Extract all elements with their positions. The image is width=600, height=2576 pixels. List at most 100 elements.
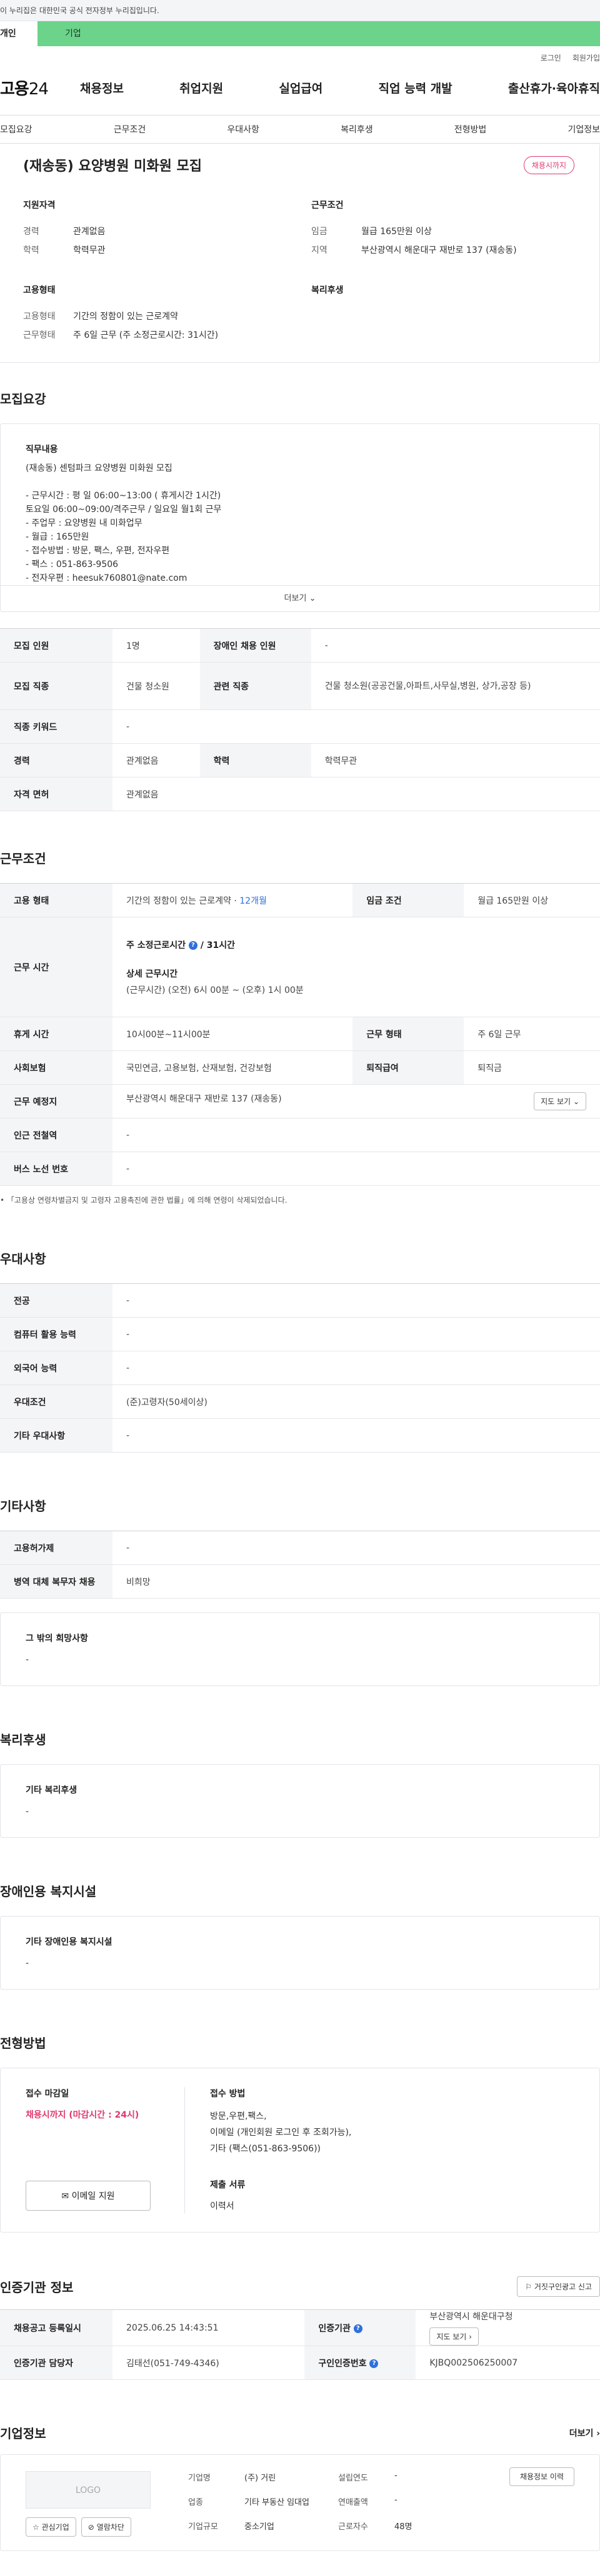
employment-form-text: 기간의 정함이 있는 근로계약 · <box>126 896 240 906</box>
military-service-label: 병역 대체 복무자 채용 <box>0 1564 112 1599</box>
block-view-button[interactable]: ⊘ 열람차단 <box>81 2517 131 2537</box>
conditions-block: 근무조건 임금 월급 165만원 이상 지역 부산광역시 해운대구 재반로 137 … <box>311 199 574 260</box>
workplace-address: 부산광역시 해운대구 재반로 137 (재송동) <box>126 1094 282 1104</box>
table-row: 병역 대체 복무자 채용 비희망 <box>0 1564 600 1599</box>
keyword-value: - <box>112 709 600 744</box>
break-label: 휴게 시간 <box>0 1017 112 1051</box>
info-icon[interactable]: ? <box>353 2324 362 2333</box>
employment-block: 고용형태 고용형태 기간의 정함이 있는 근로계약 근무형태 주 6일 근무 (주 … <box>23 284 286 345</box>
chevron-right-icon: › <box>469 2332 472 2341</box>
tab-personal[interactable]: 개인 <box>0 21 38 46</box>
table-row: 모집 인원 1명 장애인 채용 인원 - <box>0 628 600 663</box>
gnb-parental-leave[interactable]: 출산휴가·육아휴직 <box>508 79 600 96</box>
other-preference-value: - <box>112 1418 600 1453</box>
retirement-label: 퇴직급여 <box>352 1050 464 1085</box>
gnb-unemployment-benefit[interactable]: 실업급여 <box>279 79 322 96</box>
global-nav: 고용24 채용정보 취업지원 실업급여 직업 능력 개발 출산휴가·육아휴직 <box>0 67 600 107</box>
company-more-link[interactable]: 더보기 › <box>569 2427 600 2439</box>
company-card: LOGO ☆ 관심기업 ⊘ 열람차단 기업명 (주) 거린 설립연도 - 업종 … <box>0 2454 600 2551</box>
work-hours-value: 주 소정근로시간 ? / 31시간 상세 근무시간 (근무시간) (오전) 6시… <box>112 917 600 1017</box>
table-row: 인근 전철역 - <box>0 1118 600 1152</box>
work-form-value: 주 6일 근무 <box>464 1017 600 1051</box>
anchor-screening[interactable]: 전형방법 <box>454 123 487 136</box>
section-recruit-title: 모집요강 <box>0 392 46 407</box>
language-label: 외국어 능력 <box>0 1351 112 1385</box>
cert-map-button[interactable]: 지도 보기 › <box>429 2327 479 2346</box>
cert-org-label: 인증기관 ? <box>304 2309 416 2346</box>
cert-map-label: 지도 보기 <box>436 2332 467 2341</box>
table-row: 우대조건 (준)고령자(50세이상) <box>0 1384 600 1419</box>
weekly-hours-label: 주 소정근로시간 <box>126 940 186 950</box>
job-category-label: 모집 직종 <box>0 662 112 710</box>
email-apply-button[interactable]: ✉ 이메일 지원 <box>26 2181 151 2211</box>
info-icon[interactable]: ? <box>369 2359 379 2368</box>
gnb-employment-support[interactable]: 취업지원 <box>179 79 223 96</box>
career-row-value: 관계없음 <box>112 743 200 777</box>
screening-card: 접수 마감일 채용시까지 (마감시간 : 24시) ✉ 이메일 지원 접수 방법… <box>0 2068 600 2233</box>
anchor-conditions[interactable]: 근무조건 <box>114 123 146 136</box>
job-category-value: 건물 청소원 <box>112 662 200 710</box>
break-value: 10시00분~11시00분 <box>112 1017 353 1051</box>
employment-heading: 고용형태 <box>23 285 56 295</box>
bus-label: 버스 노선 번호 <box>0 1152 112 1186</box>
bottom-spacer <box>0 2551 600 2576</box>
more-button[interactable]: 더보기 ⌄ <box>1 585 599 611</box>
employment-type-value: 기간의 정함이 있는 근로계약 <box>73 312 178 322</box>
signup-link[interactable]: 회원가입 <box>572 52 600 67</box>
etc-table: 고용허가제 - 병역 대체 복무자 채용 비희망 <box>0 1531 600 1599</box>
anchor-company[interactable]: 기업정보 <box>568 123 600 136</box>
report-fake-ad-button[interactable]: ⚐ 거짓구인광고 신고 <box>517 2276 600 2297</box>
map-view-button[interactable]: 지도 보기 ⌄ <box>534 1092 586 1110</box>
company-jobs-column: 채용정보 이력 <box>509 2467 574 2537</box>
employment-period: 12개월 <box>239 896 267 906</box>
login-link[interactable]: 로그인 <box>541 52 561 67</box>
industry-label: 업종 <box>188 2498 203 2507</box>
anchor-welfare[interactable]: 복리후생 <box>341 123 373 136</box>
recruit-table: 모집 인원 1명 장애인 채용 인원 - 모집 직종 건물 청소원 관련 직종 … <box>0 628 600 811</box>
docs-value: 이력서 <box>210 2201 234 2211</box>
favorite-company-button[interactable]: ☆ 관심기업 <box>26 2517 76 2537</box>
section-screening-title: 전형방법 <box>0 2036 46 2051</box>
tab-company[interactable]: 기업 <box>38 21 600 46</box>
career-row-label: 경력 <box>0 743 112 777</box>
anchor-preferences[interactable]: 우대사항 <box>227 123 259 136</box>
company-logo-column: LOGO ☆ 관심기업 ⊘ 열람차단 <box>26 2471 151 2537</box>
user-type-tabs: 개인 기업 <box>0 21 600 46</box>
more-label: 더보기 <box>284 594 307 603</box>
job-summary-card: (재송동) 요양병원 미화원 모집 채용시까지 지원자격 경력 관계없음 학력 학력… <box>0 144 600 363</box>
staff-label: 근로자수 <box>338 2522 368 2532</box>
anchor-recruit[interactable]: 모집요강 <box>0 123 32 136</box>
career-value: 관계없음 <box>73 227 106 237</box>
flag-icon: ⚐ <box>525 2282 532 2291</box>
work-type-label: 근무형태 <box>23 330 56 340</box>
site-logo[interactable]: 고용24 <box>0 76 75 99</box>
table-row: 인증기관 담당자 김태선(051-749-4346) 구인인증번호 ? KJBQ… <box>0 2346 600 2380</box>
related-job-label: 관련 직종 <box>199 662 311 710</box>
keyword-label: 직종 키워드 <box>0 709 112 744</box>
job-history-button[interactable]: 채용정보 이력 <box>509 2467 574 2486</box>
block-view-label: 열람차단 <box>96 2523 124 2532</box>
conditions-heading: 근무조건 <box>311 200 344 210</box>
star-icon: ☆ <box>32 2523 39 2532</box>
gnb-jobs[interactable]: 채용정보 <box>80 79 124 96</box>
gov-banner: 이 누리집은 대한민국 공식 전자정부 누리집입니다. <box>0 0 600 21</box>
hope-box: 그 밖의 희망사항 - <box>0 1612 600 1686</box>
method-value: 방문,우편,팩스, 이메일 (개인회원 로그인 후 조회가능), 기타 (팩스(… <box>210 2111 352 2154</box>
career-label: 경력 <box>23 227 39 237</box>
info-icon[interactable]: ? <box>188 940 198 950</box>
workplace-label: 근무 예정지 <box>0 1084 112 1118</box>
chevron-down-icon: ⌄ <box>309 594 316 603</box>
wage-label: 임금 <box>311 227 328 237</box>
reg-date-label: 채용공고 등록일시 <box>0 2309 112 2346</box>
insurance-value: 국민연금, 고용보험, 산재보험, 건강보험 <box>112 1050 353 1085</box>
table-row: 고용 형태 기간의 정함이 있는 근로계약 · 12개월 임금 조건 월급 16… <box>0 883 600 917</box>
table-row: 근무 시간 주 소정근로시간 ? / 31시간 상세 근무시간 (근무시간) (… <box>0 917 600 1017</box>
gnb-vocational-training[interactable]: 직업 능력 개발 <box>379 79 452 96</box>
company-size-value: 중소기업 <box>244 2522 274 2532</box>
detail-hours-heading: 상세 근무시간 <box>126 969 178 979</box>
report-fake-ad-label: 거짓구인광고 신고 <box>534 2282 592 2291</box>
major-value: - <box>112 1283 600 1318</box>
table-row: 경력 관계없음 학력 학력무관 <box>0 743 600 777</box>
headcount-value: 1명 <box>112 628 200 663</box>
table-row: 직종 키워드 - <box>0 709 600 744</box>
